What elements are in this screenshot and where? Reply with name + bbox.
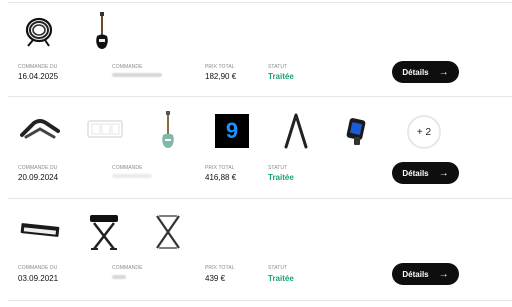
status-badge: Traitée <box>268 274 294 283</box>
divider <box>8 300 512 301</box>
order-number-redacted <box>112 73 162 77</box>
more-items-badge: + 2 <box>407 115 441 149</box>
clip-tuner-icon <box>346 118 366 145</box>
details-button[interactable]: Détails → <box>392 61 459 83</box>
order-card: COMMANDE DU 03.09.2021 COMMANDE PRIX TOT… <box>0 199 512 299</box>
arrow-right-icon: → <box>438 167 449 179</box>
order-price: 182,90 € <box>205 72 237 81</box>
cable-coil-icon <box>25 17 53 47</box>
album-cover-number: 9 <box>225 118 239 143</box>
details-button-label: Détails <box>402 67 429 77</box>
order-price: 439 € <box>205 274 226 283</box>
order-price: 416,88 € <box>205 173 237 182</box>
guitar-stand-icon <box>284 113 308 149</box>
order-date-caption: COMMANDE DU <box>18 64 58 70</box>
details-button[interactable]: Détails → <box>392 263 459 285</box>
order-number-caption: COMMANDE <box>112 265 143 271</box>
order-card: COMMANDE DU 16.04.2025 COMMANDE PRIX TOT… <box>0 0 512 95</box>
order-number-redacted <box>112 174 152 178</box>
order-card: 9 + 2 COMMANDE DU 20.09.2024 COMMANDE PR… <box>0 97 512 197</box>
order-date-caption: COMMANDE DU <box>18 265 58 271</box>
album-cover-icon: 9 <box>215 114 249 148</box>
order-number-redacted <box>112 275 126 279</box>
order-status-caption: STATUT <box>268 165 288 171</box>
arrow-right-icon: → <box>438 66 449 78</box>
order-date: 03.09.2021 <box>18 274 59 283</box>
keyboard-stand-icon <box>156 215 180 249</box>
keyboard-bench-icon <box>90 215 118 250</box>
order-date: 20.09.2024 <box>18 173 59 182</box>
arrow-right-icon: → <box>438 268 449 280</box>
details-button-label: Détails <box>402 168 429 178</box>
order-status-caption: STATUT <box>268 64 288 70</box>
electric-bass-icon <box>96 12 108 49</box>
guitar-capo-icon <box>20 119 60 139</box>
order-price-caption: PRIX TOTAL <box>205 165 235 171</box>
order-price-caption: PRIX TOTAL <box>205 265 235 271</box>
order-status-caption: STATUT <box>268 265 288 271</box>
order-price-caption: PRIX TOTAL <box>205 64 235 70</box>
status-badge: Traitée <box>268 173 294 182</box>
details-button-label: Détails <box>402 269 429 279</box>
electric-guitar-icon <box>162 111 174 148</box>
order-number-caption: COMMANDE <box>112 165 143 171</box>
status-badge: Traitée <box>268 72 294 81</box>
digital-piano-icon <box>20 223 60 237</box>
order-date-caption: COMMANDE DU <box>18 165 58 171</box>
order-date: 16.04.2025 <box>18 72 59 81</box>
more-items-count: + 2 <box>416 126 432 138</box>
pedal-board-icon <box>87 120 123 138</box>
order-number-caption: COMMANDE <box>112 64 143 70</box>
details-button[interactable]: Détails → <box>392 162 459 184</box>
